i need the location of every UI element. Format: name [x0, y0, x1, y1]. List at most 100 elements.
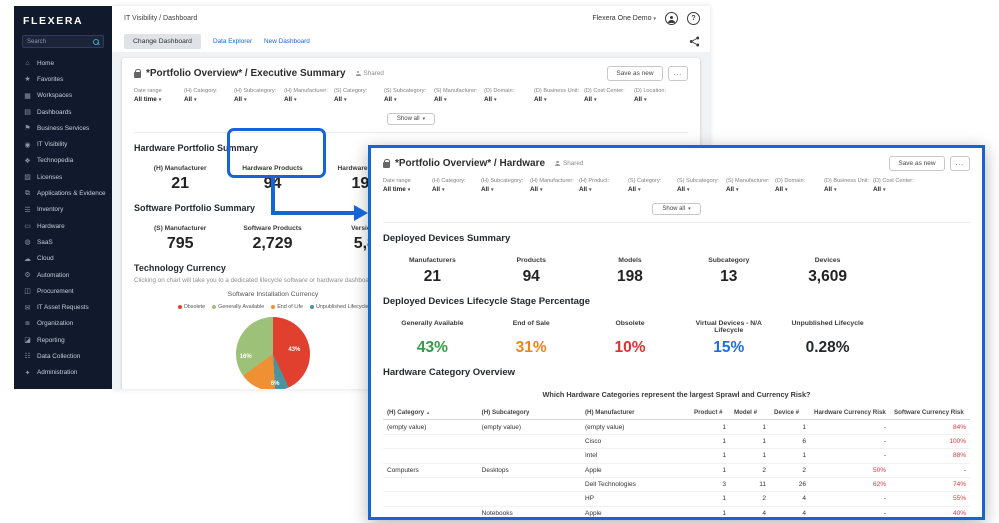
- chevron-down-icon: [442, 186, 445, 193]
- sidebar-item-home[interactable]: Home: [14, 55, 112, 71]
- filter-item[interactable]: (S) Category:All: [334, 88, 384, 103]
- sidebar-item-it-asset-requests[interactable]: IT Asset Requests: [14, 299, 112, 315]
- inventory-icon: [23, 206, 32, 214]
- filter-item[interactable]: (S) Manufacturer:All: [434, 88, 484, 103]
- filter-item[interactable]: (H) Category:All: [432, 178, 481, 193]
- sidebar-item-workspaces[interactable]: Workspaces: [14, 88, 112, 104]
- tab-data-explorer[interactable]: Data Explorer: [213, 38, 252, 45]
- metric: Subcategory13: [679, 257, 778, 286]
- filter-item[interactable]: (H) Manufacturer:All: [530, 178, 579, 193]
- chevron-down-icon: [687, 186, 690, 193]
- sidebar-item-licenses[interactable]: Licenses: [14, 169, 112, 185]
- filter-item[interactable]: (D) Business Unit:All: [534, 88, 584, 103]
- filter-item[interactable]: (S) Manufacturer:All: [726, 178, 775, 193]
- category-table: (H) Category (H) Subcategory (H) Manufac…: [383, 406, 970, 520]
- filter-item[interactable]: (S) Subcategory:All: [677, 178, 726, 193]
- column-header[interactable]: (H) Manufacturer: [581, 406, 690, 420]
- breadcrumb: IT Visibility / Dashboard: [124, 15, 197, 22]
- metric: (S) Manufacturer795: [134, 225, 226, 253]
- tab-new-dashboard[interactable]: New Dashboard: [264, 38, 310, 45]
- search-icon[interactable]: [93, 39, 99, 45]
- sidebar-item-technopedia[interactable]: Technopedia: [14, 153, 112, 169]
- sidebar-item-label: Administration: [37, 369, 78, 376]
- show-all-button[interactable]: Show all: [387, 113, 435, 125]
- annotation-arrow: [271, 178, 275, 215]
- column-header[interactable]: Hardware Currency Risk: [810, 406, 890, 420]
- sidebar-item-inventory[interactable]: Inventory: [14, 202, 112, 218]
- column-header[interactable]: Software Currency Risk: [890, 406, 970, 420]
- search-input[interactable]: Search: [22, 35, 104, 48]
- saas-icon: [23, 238, 32, 246]
- sidebar-item-it-visibility[interactable]: IT Visibility: [14, 136, 112, 152]
- filter-item[interactable]: (S) Subcategory:All: [384, 88, 434, 103]
- chevron-down-icon: [644, 96, 647, 103]
- chevron-down-icon: [491, 186, 494, 193]
- help-icon[interactable]: ?: [687, 12, 700, 25]
- organization-icon: [23, 320, 32, 328]
- table-row[interactable]: Cisco 116 -100%: [383, 434, 970, 448]
- chevron-down-icon: [594, 96, 597, 103]
- metric: Software Products2,729: [226, 225, 318, 253]
- lock-icon: [383, 162, 390, 168]
- sidebar-item-organization[interactable]: Organization: [14, 316, 112, 332]
- column-header[interactable]: Model #: [730, 406, 770, 420]
- category-question: Which Hardware Categories represent the …: [383, 390, 970, 399]
- sidebar-item-dashboards[interactable]: Dashboards: [14, 104, 112, 120]
- person-icon: [356, 71, 361, 76]
- sidebar-item-applications-evidence[interactable]: Applications & Evidence: [14, 185, 112, 201]
- sidebar-item-favorites[interactable]: Favorites: [14, 71, 112, 87]
- sidebar-item-data-collection[interactable]: Data Collection: [14, 348, 112, 364]
- sidebar-item-business-services[interactable]: Business Services: [14, 120, 112, 136]
- save-as-new-button[interactable]: Save as new: [889, 156, 944, 171]
- section-heading-category-overview: Hardware Category Overview: [383, 367, 970, 378]
- filter-item[interactable]: (D) Cost Center:All: [584, 88, 634, 103]
- sidebar-item-administration[interactable]: Administration: [14, 365, 112, 381]
- account-menu[interactable]: Flexera One Demo: [592, 15, 656, 22]
- table-row[interactable]: Dell Technologies 31126 62%74%: [383, 477, 970, 491]
- table-row[interactable]: (empty value)(empty value)(empty value) …: [383, 420, 970, 434]
- filter-item[interactable]: (S) Category:All: [628, 178, 677, 193]
- filter-item[interactable]: (H) Manufacturer:All: [284, 88, 334, 103]
- chevron-down-icon: [494, 96, 497, 103]
- filter-item[interactable]: Date rangeAll time: [134, 88, 184, 103]
- save-as-new-button[interactable]: Save as new: [607, 66, 662, 81]
- legend-item: End of Life: [271, 304, 303, 310]
- more-options-button[interactable]: ...: [668, 66, 688, 81]
- legend-item: Unpublished Lifecycle: [310, 304, 368, 310]
- sidebar-item-automation[interactable]: Automation: [14, 267, 112, 283]
- flexera-logo: FLEXERA: [14, 6, 112, 31]
- filter-item[interactable]: (H) Product:All: [579, 178, 628, 193]
- table-row[interactable]: ComputersDesktopsApple 122 50%-: [383, 463, 970, 477]
- column-header[interactable]: Product #: [690, 406, 730, 420]
- table-row[interactable]: HP 124 -55%: [383, 492, 970, 506]
- filter-item[interactable]: (H) Subcategory:All: [234, 88, 284, 103]
- table-row[interactable]: NotebooksApple 144 -40%: [383, 506, 970, 520]
- chevron-down-icon: [785, 186, 788, 193]
- filter-item[interactable]: (H) Subcategory:All: [481, 178, 530, 193]
- filter-item[interactable]: (D) Location:All: [634, 88, 684, 103]
- user-avatar-icon[interactable]: [665, 12, 678, 25]
- sidebar-item-cloud[interactable]: Cloud: [14, 251, 112, 267]
- show-all-button[interactable]: Show all: [652, 203, 700, 215]
- more-options-button[interactable]: ...: [950, 156, 970, 171]
- filter-item[interactable]: (D) Cost Center:All: [873, 178, 922, 193]
- tab-change-dashboard[interactable]: Change Dashboard: [124, 34, 201, 49]
- sidebar-item-reporting[interactable]: Reporting: [14, 332, 112, 348]
- filter-item[interactable]: (D) Domain:All: [484, 88, 534, 103]
- legend-dot: [178, 305, 182, 309]
- sidebar-item-saas[interactable]: SaaS: [14, 234, 112, 250]
- pie-chart[interactable]: 43% 16% 6%: [236, 317, 310, 389]
- sidebar-item-label: Technopedia: [37, 157, 73, 164]
- table-row[interactable]: Intel 111 -88%: [383, 449, 970, 463]
- filter-item[interactable]: (D) Business Unit:All: [824, 178, 873, 193]
- share-icon[interactable]: [689, 36, 700, 47]
- filter-item[interactable]: (H) Category:All: [184, 88, 234, 103]
- column-header[interactable]: (H) Category: [383, 406, 478, 420]
- chevron-down-icon: [544, 96, 547, 103]
- sidebar-item-procurement[interactable]: Procurement: [14, 283, 112, 299]
- filter-item[interactable]: Date rangeAll time: [383, 178, 432, 193]
- column-header[interactable]: Device #: [770, 406, 810, 420]
- sidebar-item-hardware[interactable]: Hardware: [14, 218, 112, 234]
- column-header[interactable]: (H) Subcategory: [478, 406, 581, 420]
- filter-item[interactable]: (D) Domain:All: [775, 178, 824, 193]
